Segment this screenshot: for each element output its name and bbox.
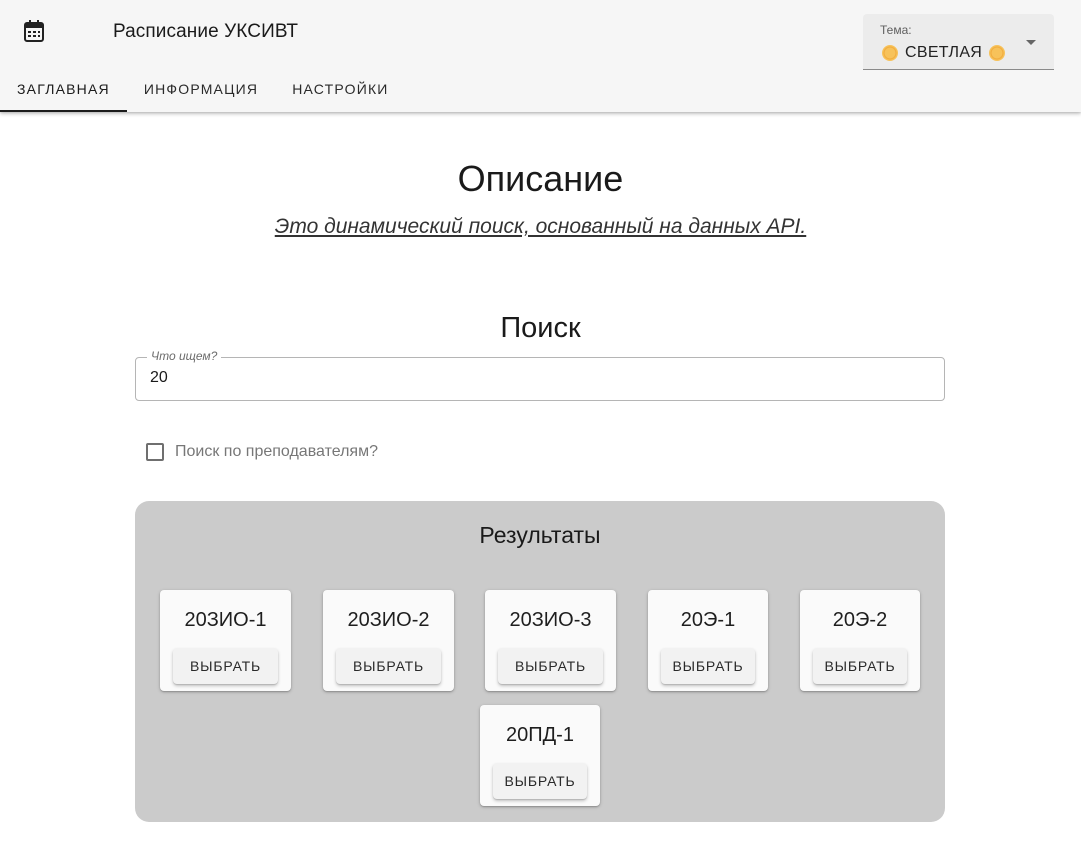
result-card-name: 20Э-2 <box>832 609 888 631</box>
search-title: Поиск <box>500 312 581 344</box>
description-text: Это динамический поиск, основанный на да… <box>274 215 807 238</box>
result-card: 20ЗИО-1 Выбрать <box>160 590 291 691</box>
tab-home[interactable]: Заглавная <box>0 66 127 112</box>
search-input-value[interactable]: 20 <box>150 369 168 387</box>
app-title: Расписание УКСИВТ <box>113 21 299 42</box>
result-card: 20ПД-1 Выбрать <box>480 705 600 806</box>
results-panel: Результаты 20ЗИО-1 Выбрать 20ЗИО-2 Выбра… <box>135 501 945 822</box>
result-card-name: 20Э-1 <box>680 609 736 631</box>
result-card-name: 20ЗИО-2 <box>347 609 430 631</box>
tab-settings[interactable]: Настройки <box>275 66 405 112</box>
nav-tabs: Заглавная Информация Настройки <box>0 66 406 112</box>
teacher-search-checkbox[interactable] <box>146 443 164 461</box>
result-card: 20Э-2 Выбрать <box>800 590 920 691</box>
result-card-name: 20ЗИО-3 <box>509 609 592 631</box>
sun-icon <box>882 45 898 61</box>
select-button[interactable]: Выбрать <box>813 648 907 684</box>
chevron-down-icon <box>1026 40 1036 45</box>
select-button[interactable]: Выбрать <box>661 648 755 684</box>
select-button[interactable]: Выбрать <box>173 648 278 684</box>
theme-select-label: Тема: <box>880 23 912 37</box>
select-button[interactable]: Выбрать <box>336 648 441 684</box>
sun-icon <box>989 45 1006 61</box>
result-card-name: 20ПД-1 <box>506 724 574 746</box>
result-card: 20Э-1 Выбрать <box>648 590 768 691</box>
tab-info[interactable]: Информация <box>127 66 275 112</box>
app-bar: Расписание УКСИВТ Заглавная Информация Н… <box>0 0 1081 112</box>
result-card: 20ЗИО-3 Выбрать <box>485 590 616 691</box>
description-title: Описание <box>457 158 624 199</box>
result-card-name: 20ЗИО-1 <box>184 609 267 631</box>
theme-select[interactable]: Тема: СВЕТЛАЯ <box>863 14 1054 70</box>
teacher-search-label: Поиск по преподавателям? <box>175 443 378 460</box>
theme-value-text: СВЕТЛАЯ <box>905 44 983 61</box>
teacher-search-toggle[interactable]: Поиск по преподавателям? <box>146 441 378 463</box>
select-button[interactable]: Выбрать <box>493 763 587 799</box>
select-button[interactable]: Выбрать <box>498 648 603 684</box>
calendar-icon[interactable] <box>24 20 44 42</box>
theme-select-value: СВЕТЛАЯ <box>882 44 1006 62</box>
search-input[interactable]: Что ищем? 20 <box>135 349 945 401</box>
results-title: Результаты <box>479 522 601 548</box>
result-card: 20ЗИО-2 Выбрать <box>323 590 454 691</box>
search-input-label: Что ищем? <box>147 349 222 363</box>
